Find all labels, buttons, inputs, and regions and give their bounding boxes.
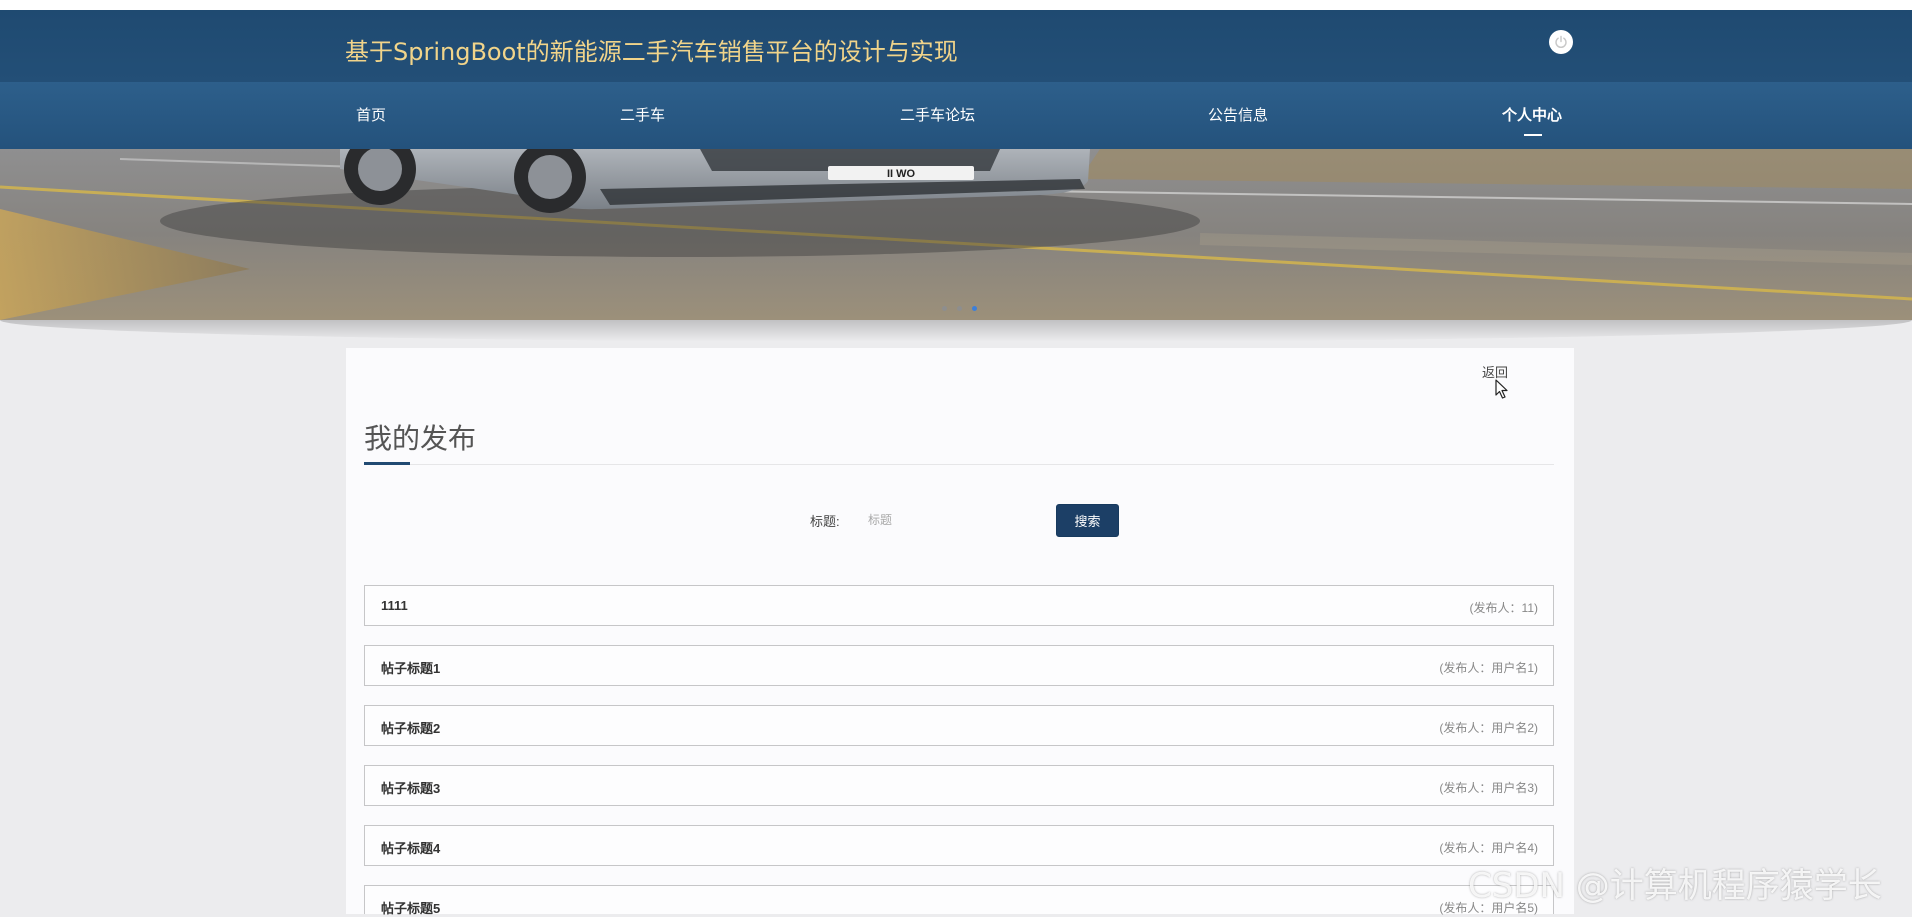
section-title: 我的发布 <box>364 422 477 455</box>
logout-button[interactable] <box>1549 30 1573 54</box>
nav-item-used-cars[interactable]: 二手车 <box>620 82 665 149</box>
post-title: 帖子标题1 <box>381 661 441 676</box>
post-title: 帖子标题2 <box>381 721 441 736</box>
search-label: 标题: <box>810 514 840 529</box>
nav-item-notices[interactable]: 公告信息 <box>1208 82 1268 149</box>
search-button[interactable]: 搜索 <box>1056 504 1119 537</box>
post-title: 1111 <box>381 598 408 613</box>
post-author: (发布人：用户名4) <box>1439 841 1538 855</box>
post-author: (发布人：11) <box>1469 601 1538 615</box>
nav-item-home[interactable]: 首页 <box>356 82 386 149</box>
banner-car-image: II WO <box>0 149 1912 320</box>
section-divider <box>364 464 1554 465</box>
post-row[interactable]: 帖子标题5 (发布人：用户名5) <box>364 885 1554 916</box>
nav-active-indicator <box>1524 134 1542 136</box>
section-title-accent <box>364 462 410 465</box>
banner-shadow <box>0 320 1912 342</box>
post-author: (发布人：用户名2) <box>1439 721 1538 735</box>
csdn-watermark: CSDN @计算机程序猿学长 <box>1468 866 1882 906</box>
post-row[interactable]: 帖子标题3 (发布人：用户名3) <box>364 765 1554 806</box>
main-nav: 首页 二手车 二手车论坛 公告信息 个人中心 <box>0 82 1912 149</box>
top-strip <box>0 0 1912 10</box>
hero-banner: II WO <box>0 149 1912 320</box>
mouse-pointer-icon <box>1495 379 1508 399</box>
title-search-input[interactable] <box>860 505 1040 535</box>
carousel-dot-1[interactable] <box>942 306 947 311</box>
post-author: (发布人：用户名1) <box>1439 661 1538 675</box>
power-icon <box>1555 35 1567 49</box>
post-title: 帖子标题5 <box>381 901 441 916</box>
carousel-dot-2[interactable] <box>957 306 962 311</box>
nav-item-profile[interactable]: 个人中心 <box>1502 82 1562 149</box>
post-title: 帖子标题3 <box>381 781 441 796</box>
post-row[interactable]: 帖子标题4 (发布人：用户名4) <box>364 825 1554 866</box>
post-author: (发布人：用户名3) <box>1439 781 1538 795</box>
carousel-dot-3[interactable] <box>972 306 977 311</box>
license-plate-text: II WO <box>887 168 916 180</box>
site-header: 基于SpringBoot的新能源二手汽车销售平台的设计与实现 <box>0 10 1912 82</box>
carousel-dots <box>942 306 977 311</box>
site-title: 基于SpringBoot的新能源二手汽车销售平台的设计与实现 <box>345 38 958 66</box>
post-row[interactable]: 帖子标题2 (发布人：用户名2) <box>364 705 1554 746</box>
nav-item-forum[interactable]: 二手车论坛 <box>900 82 975 149</box>
post-row[interactable]: 1111 (发布人：11) <box>364 585 1554 626</box>
post-title: 帖子标题4 <box>381 841 441 856</box>
post-row[interactable]: 帖子标题1 (发布人：用户名1) <box>364 645 1554 686</box>
